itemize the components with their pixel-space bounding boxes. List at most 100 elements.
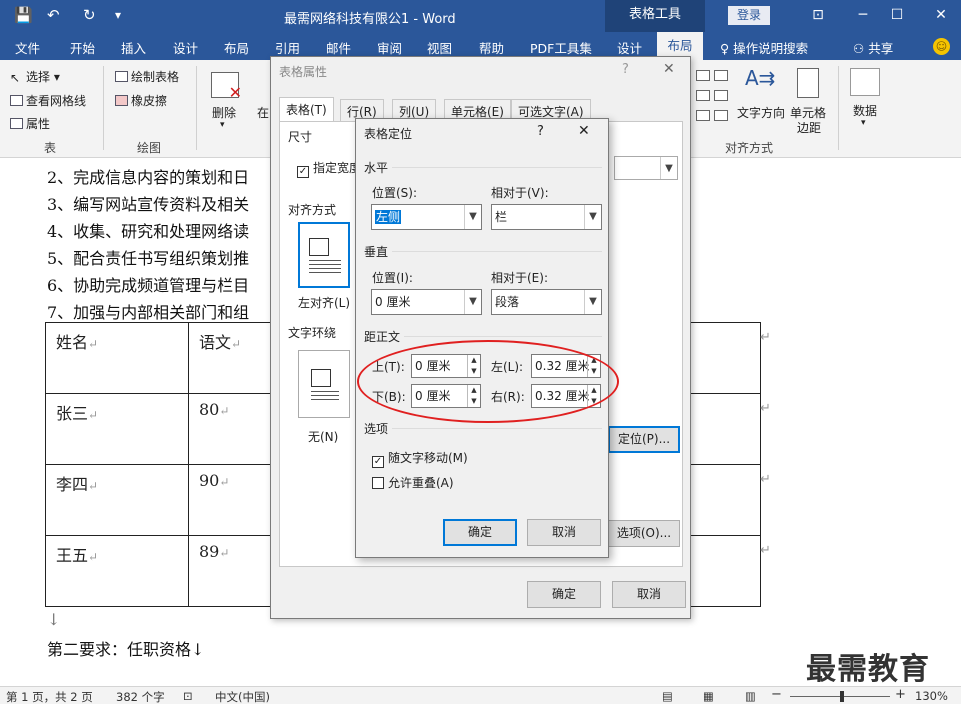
insert-above-partial[interactable]: 在 [257, 104, 269, 121]
tab-help[interactable]: 帮助 [479, 38, 504, 57]
draw-table-button[interactable]: 绘制表格 [115, 68, 179, 85]
read-mode-icon[interactable]: ▤ [662, 689, 673, 703]
cancel-button[interactable]: 取消 [612, 581, 686, 608]
paragraph[interactable]: 5、配合责任书写组织策划推 [47, 245, 249, 269]
print-layout-icon[interactable]: ▦ [703, 689, 714, 703]
proofing-icon[interactable]: ⊡ [183, 689, 193, 703]
align-left-option[interactable] [298, 222, 350, 288]
group-label-table: 表 [44, 141, 57, 155]
table-cell[interactable]: 张三↵ [45, 393, 189, 465]
divider [404, 336, 602, 337]
tab-table-design[interactable]: 设计 [617, 38, 642, 57]
page-count[interactable]: 第 1 页，共 2 页 [6, 689, 93, 704]
section-distance-from-text: 距正文 [364, 330, 401, 344]
wrap-none-label: 无(N) [308, 430, 339, 444]
v-relative-select[interactable]: 段落 ▼ [491, 289, 602, 315]
align-top-left-icon[interactable] [696, 70, 710, 81]
ok-button[interactable]: 确定 [527, 581, 601, 608]
tab-layout[interactable]: 布局 [224, 38, 249, 57]
tab-table[interactable]: 表格(T) [279, 97, 334, 121]
delete-button-label[interactable]: 删除 [212, 104, 236, 121]
context-group-table-tools: 表格工具 [605, 0, 705, 32]
zoom-slider-thumb[interactable] [840, 691, 844, 702]
align-middle-left-icon[interactable] [696, 90, 710, 101]
h-relative-select[interactable]: 栏 ▼ [491, 204, 602, 230]
eraser-button[interactable]: 橡皮擦 [115, 92, 167, 109]
tab-home[interactable]: 开始 [70, 38, 95, 57]
zoom-level[interactable]: 130% [915, 689, 948, 703]
properties-button[interactable]: 属性 [10, 115, 50, 132]
delete-table-icon[interactable]: ✕ [211, 72, 242, 102]
tab-view[interactable]: 视图 [427, 38, 452, 57]
language-indicator[interactable]: 中文(中国) [215, 689, 270, 704]
section-heading[interactable]: 第二要求：任职资格↓ [47, 636, 204, 660]
redo-icon[interactable]: ↻ [83, 6, 96, 24]
paragraph[interactable]: 6、协助完成频道管理与栏目 [47, 272, 249, 296]
zoom-in-button[interactable]: + [895, 687, 906, 702]
tab-design[interactable]: 设计 [173, 38, 198, 57]
allow-overlap-checkbox[interactable]: 允许重叠(A) [372, 474, 454, 491]
v-position-select[interactable]: 0 厘米 ▼ [371, 289, 482, 315]
zoom-out-button[interactable]: − [771, 687, 782, 702]
h-position-select[interactable]: 左侧 ▼ [371, 204, 482, 230]
close-icon[interactable]: ✕ [928, 4, 954, 26]
tab-file[interactable]: 文件 [15, 38, 40, 57]
web-layout-icon[interactable]: ▥ [745, 689, 756, 703]
row-end-mark-icon: ↵ [760, 330, 771, 345]
align-bottom-left-icon[interactable] [696, 110, 710, 121]
wrap-none-option[interactable] [298, 350, 350, 418]
maximize-icon[interactable]: ☐ [884, 4, 910, 26]
minimize-icon[interactable]: ─ [850, 4, 876, 26]
table-cell[interactable]: 李四↵ [45, 464, 189, 536]
align-top-center-icon[interactable] [714, 70, 728, 81]
close-icon[interactable]: ✕ [663, 61, 675, 77]
table-cell[interactable]: 姓名↵ [45, 322, 189, 394]
feedback-smile-icon[interactable]: ☺ [933, 38, 950, 55]
cell-margins-icon[interactable] [797, 68, 819, 98]
options-button[interactable]: 选项(O)... [608, 520, 680, 547]
table-cell[interactable]: 王五↵ [45, 535, 189, 607]
help-icon[interactable]: ? [622, 62, 629, 77]
paragraph[interactable]: 3、编写网站宣传资料及相关 [47, 191, 249, 215]
paragraph[interactable]: 7、加强与内部相关部门和组 [47, 299, 249, 323]
tab-insert[interactable]: 插入 [121, 38, 146, 57]
text-direction-button[interactable]: 文字方向 [737, 104, 785, 121]
paragraph-mark-icon: ↵ [88, 479, 99, 493]
undo-icon[interactable]: ↶ [47, 6, 60, 24]
customize-qat-icon[interactable]: ▾ [115, 8, 121, 22]
move-with-text-checkbox[interactable]: ✓ 随文字移动(M) [372, 449, 468, 468]
paragraph[interactable]: 4、收集、研究和处理网络读 [47, 218, 249, 242]
chevron-down-icon: ▾ [220, 120, 225, 130]
positioning-button[interactable]: 定位(P)... [608, 426, 680, 453]
width-unit-select[interactable]: ▼ [614, 156, 678, 180]
tab-review[interactable]: 审阅 [377, 38, 402, 57]
help-icon[interactable]: ? [537, 124, 544, 139]
tab-mailings[interactable]: 邮件 [326, 38, 351, 57]
tell-me-search[interactable]: ♀ 操作说明搜索 [720, 38, 808, 57]
check-icon: ✓ [297, 166, 309, 178]
align-bottom-center-icon[interactable] [714, 110, 728, 121]
close-icon[interactable]: ✕ [578, 123, 590, 139]
cell-margins-label-2[interactable]: 边距 [797, 119, 821, 136]
paragraph-mark-icon: ↵ [231, 337, 242, 351]
cancel-button[interactable]: 取消 [527, 519, 601, 546]
table-grid-icon [311, 369, 331, 387]
save-icon[interactable]: 💾 [14, 6, 33, 24]
section-size: 尺寸 [288, 130, 313, 144]
text-direction-icon[interactable]: A⇉ [745, 66, 775, 90]
divider [392, 167, 602, 168]
share-button[interactable]: ⚇ 共享 [853, 38, 893, 57]
word-count[interactable]: 382 个字 [116, 689, 165, 704]
view-gridlines-button[interactable]: 查看网格线 [10, 92, 86, 109]
align-middle-center-icon[interactable] [714, 90, 728, 101]
select-button[interactable]: ↖ 选择 ▾ [10, 68, 60, 85]
ribbon-display-icon[interactable]: ⊡ [805, 4, 831, 26]
data-icon[interactable] [850, 68, 880, 96]
preferred-width-checkbox[interactable]: ✓ 指定宽度 [297, 159, 361, 178]
data-button[interactable]: 数据 [853, 102, 877, 119]
ok-button[interactable]: 确定 [443, 519, 517, 546]
login-button[interactable]: 登录 [728, 6, 770, 25]
tab-references[interactable]: 引用 [275, 38, 300, 57]
paragraph[interactable]: 2、完成信息内容的策划和日 [47, 164, 249, 188]
tab-pdf-tools[interactable]: PDF工具集 [530, 38, 592, 57]
